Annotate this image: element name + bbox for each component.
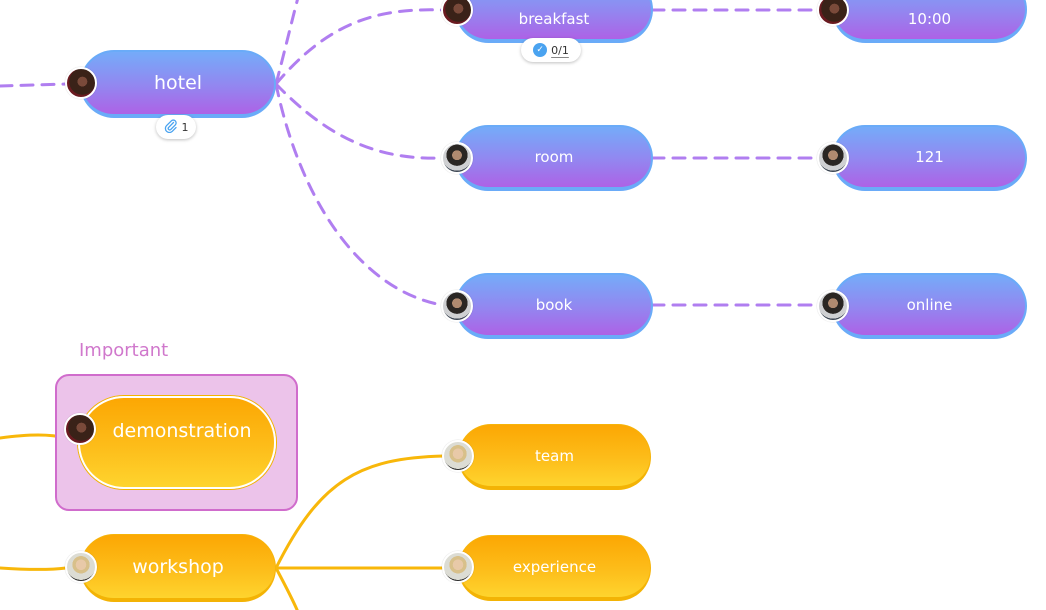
node-team[interactable]: team <box>458 424 651 490</box>
avatar[interactable] <box>817 290 849 322</box>
link-hotel-room <box>274 82 444 160</box>
node-label: workshop <box>132 555 224 578</box>
node-label: hotel <box>153 72 203 94</box>
checklist-count: 0/1 <box>551 43 569 57</box>
checklist-badge[interactable]: ✓ 0/1 <box>521 38 581 62</box>
node-label: team <box>535 446 574 465</box>
link-parent-hotel <box>0 82 68 88</box>
link-parent-workshop <box>0 566 68 571</box>
avatar[interactable] <box>442 440 474 472</box>
avatar[interactable] <box>441 290 473 322</box>
node-label: online <box>906 296 953 314</box>
avatar[interactable] <box>441 142 473 174</box>
link-hotel-breakfast <box>274 8 444 86</box>
node-label: 121 <box>915 148 944 166</box>
node-hotel[interactable]: hotel <box>80 50 276 118</box>
avatar[interactable] <box>442 551 474 583</box>
link-workshop-down <box>274 566 299 610</box>
link-workshop-team <box>274 454 446 570</box>
avatar[interactable] <box>64 413 96 445</box>
node-label: book <box>535 296 573 314</box>
node-workshop[interactable]: workshop <box>80 534 276 602</box>
check-circle-icon: ✓ <box>533 43 548 57</box>
node-room-number[interactable]: 121 <box>832 125 1027 191</box>
link-hotel-book <box>274 82 444 307</box>
attachment-count: 1 <box>181 120 189 134</box>
mindmap-canvas[interactable]: Important hotel 1 breakfast ✓ 0/1 10:00 … <box>0 0 1046 610</box>
link-hotel-upward <box>274 0 299 86</box>
node-breakfast[interactable]: breakfast <box>455 0 653 43</box>
node-book[interactable]: book <box>455 273 653 339</box>
attachment-badge[interactable]: 1 <box>156 115 196 139</box>
node-online[interactable]: online <box>832 273 1027 339</box>
node-label: demonstration <box>112 420 252 442</box>
node-label: room <box>534 148 574 166</box>
avatar[interactable] <box>65 67 97 99</box>
paperclip-icon <box>164 118 178 136</box>
frame-label: Important <box>79 340 169 361</box>
node-demonstration[interactable]: demonstration <box>78 396 276 489</box>
node-time[interactable]: 10:00 <box>832 0 1027 43</box>
node-label: experience <box>512 557 597 576</box>
node-label: breakfast <box>518 9 590 28</box>
avatar[interactable] <box>65 551 97 583</box>
node-experience[interactable]: experience <box>458 535 651 601</box>
node-room[interactable]: room <box>455 125 653 191</box>
avatar[interactable] <box>817 142 849 174</box>
node-label: 10:00 <box>907 9 952 28</box>
